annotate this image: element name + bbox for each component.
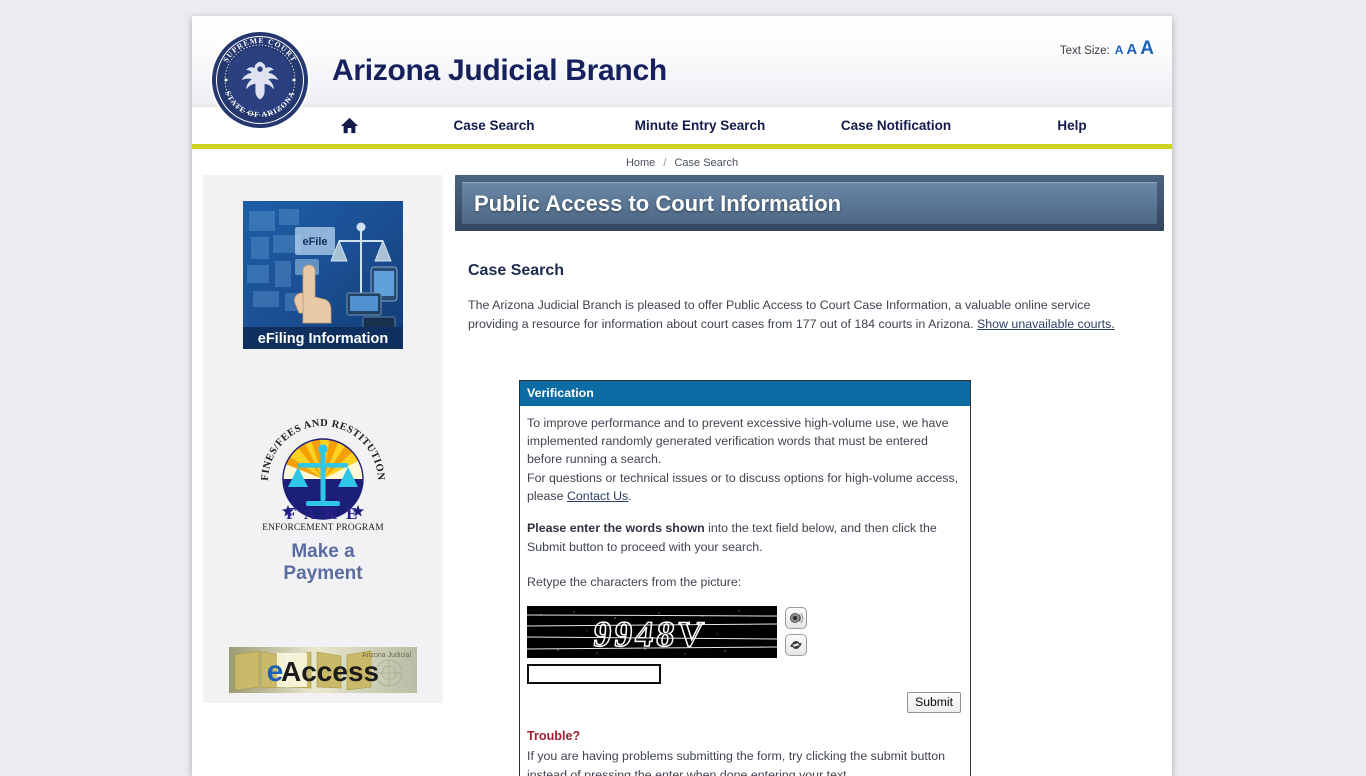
trouble-heading: Trouble?	[527, 728, 581, 743]
verification-paragraph-1: To improve performance and to prevent ex…	[527, 415, 949, 467]
page-banner-inner: Public Access to Court Information	[462, 182, 1157, 224]
nav-item-case-notification[interactable]: Case Notification	[800, 118, 992, 133]
captcha-characters: 9948V	[591, 614, 708, 654]
section-heading: Case Search	[468, 262, 565, 279]
breadcrumb: Home / Case Search	[192, 149, 1172, 175]
page-shell: SUPREME COURT STATE OF ARIZONA Arizona J…	[192, 16, 1172, 776]
refresh-icon[interactable]	[785, 633, 807, 656]
eaccess-logo-rest: Access	[281, 656, 379, 687]
text-size-label: Text Size:	[1059, 45, 1110, 57]
instruction-bold-text: Please enter the words shown	[527, 521, 705, 536]
efile-screen-label: eFile	[302, 236, 327, 248]
sidebar-eaccess-block[interactable]: e Access Arizona Judicial	[203, 647, 443, 694]
page-banner: Public Access to Court Information	[455, 175, 1164, 231]
submit-row: Submit	[527, 691, 962, 713]
content-row: eFile eFiling Information FINES/FEES AND…	[192, 175, 1172, 776]
page-title: Public Access to Court Information	[474, 190, 842, 216]
verification-paragraph-2: For questions or technical issues or to …	[527, 469, 962, 506]
main-navigation: Case Search Minute Entry Search Case Not…	[192, 107, 1172, 144]
home-icon[interactable]	[340, 116, 359, 135]
sidebar-fare-block[interactable]: FINES/FEES AND RESTITUTION F A R E ENFOR…	[203, 409, 443, 585]
text-size-small-button[interactable]: A	[1115, 44, 1124, 56]
sidebar-efiling-block: eFile eFiling Information	[203, 201, 443, 349]
refresh-icon-glyph	[790, 640, 802, 649]
efiling-information-banner[interactable]: eFile eFiling Information	[243, 201, 403, 349]
make-payment-line-1: Make a	[291, 541, 355, 562]
breadcrumb-home[interactable]: Home	[626, 157, 655, 169]
verification-instruction: Please enter the words shown into the te…	[527, 519, 962, 556]
captcha-image: 9948V	[527, 605, 777, 658]
arizona-supreme-court-seal-icon: SUPREME COURT STATE OF ARIZONA	[210, 30, 310, 130]
verification-panel-body: To improve performance and to prevent ex…	[520, 406, 970, 776]
site-header: SUPREME COURT STATE OF ARIZONA Arizona J…	[192, 16, 1172, 130]
captcha-buttons	[785, 606, 807, 656]
text-size-large-button[interactable]: A	[1140, 39, 1154, 58]
verification-para2-suffix: .	[628, 489, 632, 504]
brand-title: Arizona Judicial Branch	[332, 54, 667, 87]
eaccess-small-text: Arizona Judicial	[362, 652, 411, 659]
captcha-image-group: 9948V	[527, 605, 777, 684]
nav-item-help[interactable]: Help	[992, 118, 1152, 133]
make-a-payment-link[interactable]: Make a Payment	[203, 541, 443, 585]
nav-item-case-search[interactable]: Case Search	[388, 118, 600, 133]
contact-us-link[interactable]: Contact Us	[567, 489, 628, 503]
retype-instruction: Retype the characters from the picture:	[527, 575, 742, 590]
captcha-input[interactable]	[527, 663, 661, 684]
nav-item-minute-entry-search[interactable]: Minute Entry Search	[600, 118, 800, 133]
fare-subtitle: ENFORCEMENT PROGRAM	[262, 523, 384, 533]
text-size-medium-button[interactable]: A	[1126, 42, 1137, 57]
trouble-text: If you are having problems submitting th…	[527, 749, 946, 776]
intro-paragraph: The Arizona Judicial Branch is pleased t…	[468, 296, 1140, 334]
sidebar: eFile eFiling Information FINES/FEES AND…	[203, 175, 443, 704]
nav-links: Case Search Minute Entry Search Case Not…	[388, 107, 1172, 144]
text-size-control: Text Size: A A A	[1060, 39, 1154, 58]
fare-acronym: F A R E	[286, 504, 360, 523]
verification-panel-header: Verification	[520, 380, 970, 406]
breadcrumb-separator: /	[663, 157, 667, 169]
captcha-row: 9948V	[527, 605, 962, 684]
eaccess-logo[interactable]: e Access Arizona Judicial	[229, 647, 417, 694]
speaker-icon-glyph	[790, 612, 803, 623]
fare-program-logo[interactable]: FINES/FEES AND RESTITUTION F A R E ENFOR…	[254, 409, 392, 533]
make-payment-line-2: Payment	[283, 563, 363, 585]
efiling-caption: eFiling Information	[258, 331, 389, 347]
speaker-icon[interactable]	[785, 606, 807, 629]
show-unavailable-courts-link[interactable]: Show unavailable courts.	[977, 317, 1115, 331]
submit-button[interactable]: Submit	[907, 691, 961, 713]
main-column: Public Access to Court Information Case …	[443, 175, 1172, 776]
verification-panel: Verification To improve performance and …	[519, 379, 971, 776]
breadcrumb-current[interactable]: Case Search	[674, 157, 738, 169]
